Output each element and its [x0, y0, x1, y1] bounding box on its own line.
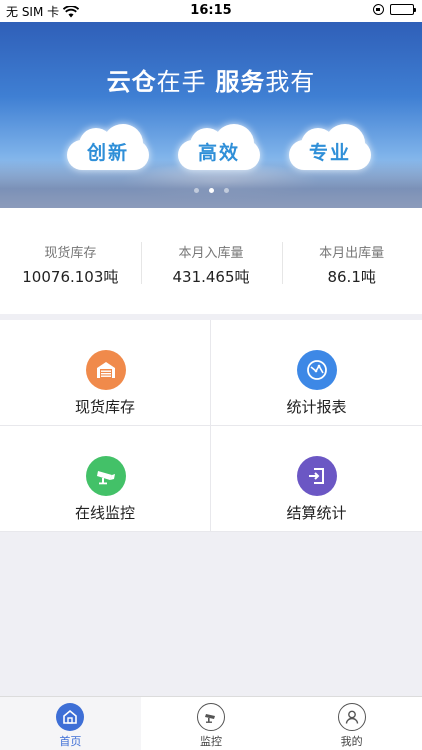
- stat-divider: [282, 242, 283, 284]
- cloud-label: 高效: [197, 142, 240, 164]
- home-icon: [56, 703, 85, 731]
- cloud-label: 创新: [86, 142, 129, 164]
- tab-bar: 首页 监控 我的: [0, 696, 422, 750]
- menu-item-monitor[interactable]: 在线监控: [0, 426, 211, 532]
- stat-value: 86.1吨: [327, 268, 376, 286]
- menu-item-settlement[interactable]: 结算统计: [211, 426, 422, 532]
- cloud-professional: 专业: [289, 124, 371, 174]
- status-time: 16:15: [190, 3, 232, 18]
- carousel-dot-active[interactable]: [208, 188, 214, 193]
- cloud-label: 专业: [308, 142, 351, 164]
- menu-item-report[interactable]: 统计报表: [211, 320, 422, 426]
- report-icon: [297, 350, 337, 390]
- stat-label: 现货库存: [44, 246, 97, 261]
- banner-title-thin-1: 在手: [156, 68, 207, 96]
- menu-label: 结算统计: [286, 504, 347, 522]
- menu-item-stock[interactable]: 现货库存: [0, 320, 211, 426]
- stat-label: 本月入库量: [178, 246, 244, 261]
- tab-label: 我的: [340, 735, 363, 748]
- menu-label: 在线监控: [74, 504, 135, 522]
- stat-outbound: 本月出库量 86.1吨: [281, 208, 422, 314]
- cloud-innovation: 创新: [67, 124, 149, 174]
- tab-label: 首页: [59, 735, 82, 748]
- tab-profile[interactable]: 我的: [281, 697, 422, 750]
- banner-title-bold-1: 云仓: [106, 68, 157, 96]
- tab-monitor[interactable]: 监控: [141, 697, 282, 750]
- menu-grid: 现货库存 统计报表 在线监控 结算统计: [0, 320, 422, 532]
- profile-icon: [337, 703, 366, 731]
- menu-label: 现货库存: [74, 398, 135, 416]
- tab-home[interactable]: 首页: [0, 697, 141, 750]
- warehouse-icon: [86, 350, 126, 390]
- stat-value: 10076.103吨: [22, 268, 119, 286]
- rotation-lock-icon: [373, 4, 384, 15]
- status-bar: 无 SIM 卡 16:15: [0, 0, 422, 22]
- menu-label: 统计报表: [286, 398, 347, 416]
- settlement-icon: [297, 456, 337, 496]
- carousel-dot[interactable]: [193, 188, 199, 193]
- carousel-dot[interactable]: [223, 188, 229, 193]
- carousel-dots[interactable]: [0, 188, 422, 193]
- stat-stock: 现货库存 10076.103吨: [0, 208, 141, 314]
- tab-label: 监控: [200, 735, 222, 748]
- banner-title-thin-2: 我有: [265, 68, 316, 96]
- stat-inbound: 本月入库量 431.465吨: [141, 208, 282, 314]
- stat-label: 本月出库量: [319, 246, 385, 261]
- status-right: [373, 4, 416, 15]
- battery-icon: [390, 4, 416, 15]
- stat-divider: [141, 242, 142, 284]
- banner-title: 云仓在手 服务我有: [0, 62, 422, 97]
- stats-panel: 现货库存 10076.103吨 本月入库量 431.465吨 本月出库量 86.…: [0, 208, 422, 314]
- camera-icon: [86, 456, 126, 496]
- banner-title-bold-2: 服务: [215, 68, 266, 96]
- monitor-icon: [197, 703, 225, 731]
- cloud-efficient: 高效: [178, 124, 260, 174]
- banner[interactable]: 云仓在手 服务我有 创新 高效 专业: [0, 22, 422, 208]
- stat-value: 431.465吨: [172, 268, 250, 286]
